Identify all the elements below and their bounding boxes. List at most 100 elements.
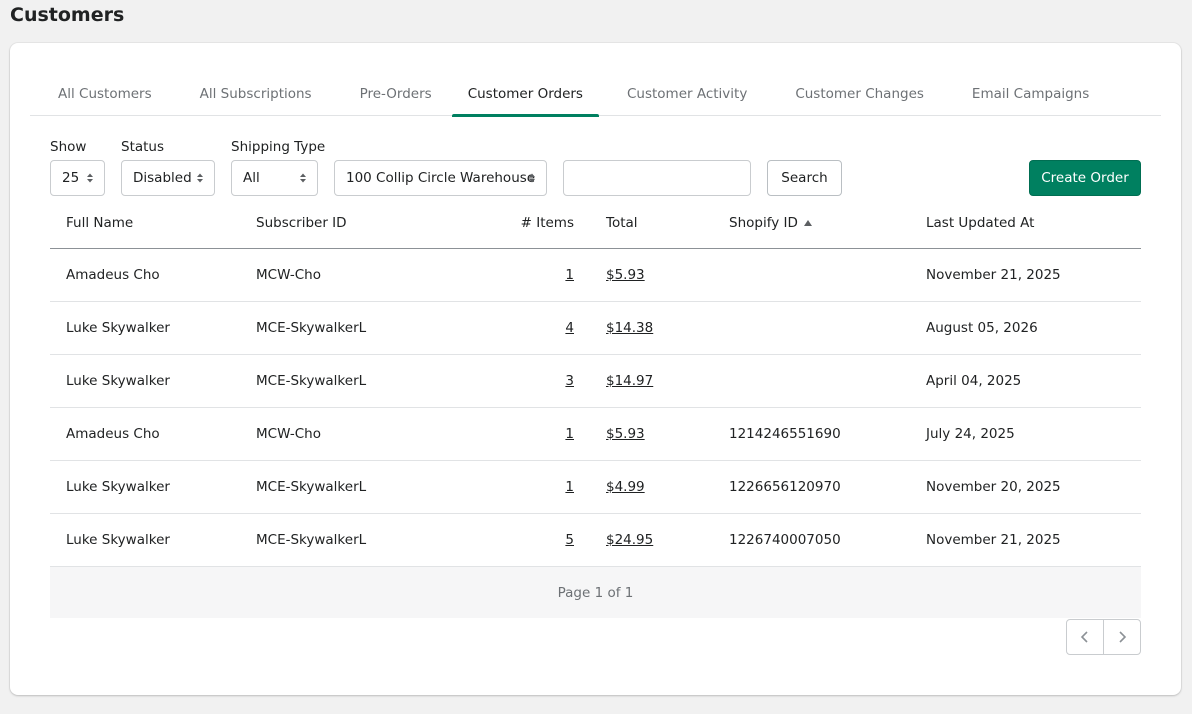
cell-subscriber-id: MCE-SkywalkerL: [256, 355, 366, 407]
cell-last-updated: July 24, 2025: [926, 408, 1015, 460]
table-body: Amadeus Cho MCW-Cho 1 $5.93 November 21, 202…: [50, 249, 1141, 567]
cell-subscriber-id: MCW-Cho: [256, 249, 321, 301]
tab-pre-orders[interactable]: Pre-Orders: [332, 71, 452, 116]
chevron-left-icon: [1080, 631, 1088, 643]
show-select[interactable]: 25: [50, 160, 105, 196]
cell-full-name-text: Luke Skywalker: [66, 320, 170, 336]
cell-total-link-text[interactable]: $5.93: [606, 426, 645, 442]
cell-full-name: Amadeus Cho: [66, 408, 160, 460]
cell-last-updated: November 20, 2025: [926, 461, 1061, 513]
cell-items-link: 5: [565, 514, 574, 566]
cell-last-updated: November 21, 2025: [926, 514, 1061, 566]
cell-total-link: $5.93: [606, 408, 645, 460]
table-row: Luke Skywalker MCE-SkywalkerL 4 $14.38 Augus…: [50, 302, 1141, 355]
chevron-right-icon: [1119, 631, 1127, 643]
cell-full-name: Amadeus Cho: [66, 249, 160, 301]
cell-full-name-text: Luke Skywalker: [66, 373, 170, 389]
shipping-type-select-value: All: [243, 170, 260, 186]
cell-subscriber-id-text: MCW-Cho: [256, 267, 321, 283]
tab-customer-activity[interactable]: Customer Activity: [599, 71, 767, 116]
cell-full-name-text: Luke Skywalker: [66, 479, 170, 495]
header-full-name[interactable]: Full Name: [66, 203, 133, 243]
cell-total-link: $14.38: [606, 302, 653, 354]
cell-items-link-text[interactable]: 3: [565, 373, 574, 389]
select-caret-icon: [300, 173, 306, 183]
orders-table: Full Name Subscriber ID # Items Total Sh…: [50, 203, 1141, 618]
cell-items-link-text[interactable]: 1: [565, 426, 574, 442]
cell-shopify-id: 1214246551690: [729, 408, 841, 460]
cell-total-link: $14.97: [606, 355, 653, 407]
show-label: Show: [50, 139, 87, 155]
cell-last-updated-text: November 21, 2025: [926, 267, 1061, 283]
cell-shopify-id-text: 1214246551690: [729, 426, 841, 442]
cell-subscriber-id-text: MCE-SkywalkerL: [256, 479, 367, 495]
cell-items-link-text[interactable]: 4: [565, 320, 574, 336]
cell-subscriber-id-text: MCE-SkywalkerL: [256, 373, 367, 389]
header-shopify-id[interactable]: Shopify ID: [729, 203, 812, 243]
tab-customer-changes[interactable]: Customer Changes: [767, 71, 944, 116]
cell-items-link: 4: [565, 302, 574, 354]
table-row: Luke Skywalker MCE-SkywalkerL 5 $24.95 12267…: [50, 514, 1141, 567]
table-row: Amadeus Cho MCW-Cho 1 $5.93 November 21, 202…: [50, 249, 1141, 302]
cell-total-link-text[interactable]: $14.97: [606, 373, 653, 389]
show-select-value: 25: [62, 170, 80, 186]
header-items[interactable]: # Items: [521, 203, 574, 243]
warehouse-select[interactable]: 100 Collip Circle Warehouse: [334, 160, 547, 196]
select-caret-icon: [529, 173, 535, 183]
cell-items-link: 1: [565, 249, 574, 301]
customers-card: All Customers All Subscriptions Pre-Orde…: [10, 43, 1181, 695]
search-button[interactable]: Search: [767, 160, 842, 196]
cell-total-link-text[interactable]: $4.99: [606, 479, 645, 495]
cell-items-link: 3: [565, 355, 574, 407]
cell-total-link: $4.99: [606, 461, 645, 513]
cell-total-link: $24.95: [606, 514, 653, 566]
cell-total-link-text[interactable]: $24.95: [606, 532, 653, 548]
cell-last-updated-text: August 05, 2026: [926, 320, 1038, 336]
cell-total-link-text[interactable]: $14.38: [606, 320, 653, 336]
cell-full-name: Luke Skywalker: [66, 302, 170, 354]
cell-subscriber-id-text: MCE-SkywalkerL: [256, 532, 367, 548]
previous-page-button[interactable]: [1067, 620, 1103, 654]
table-row: Luke Skywalker MCE-SkywalkerL 3 $14.97 April…: [50, 355, 1141, 408]
cell-items-link-text[interactable]: 1: [565, 267, 574, 283]
cell-last-updated-text: November 21, 2025: [926, 532, 1061, 548]
cell-subscriber-id-text: MCW-Cho: [256, 426, 321, 442]
cell-shopify-id-text: 1226656120970: [729, 479, 841, 495]
search-input[interactable]: [563, 160, 751, 196]
cell-full-name-text: Amadeus Cho: [66, 426, 160, 442]
next-page-button[interactable]: [1103, 620, 1140, 654]
cell-items-link-text[interactable]: 5: [565, 532, 574, 548]
cell-last-updated: April 04, 2025: [926, 355, 1021, 407]
shipping-type-select[interactable]: All: [231, 160, 318, 196]
tab-customer-orders[interactable]: Customer Orders: [451, 71, 600, 117]
cell-items-link: 1: [565, 461, 574, 513]
table-footer: Page 1 of 1: [50, 567, 1141, 618]
select-caret-icon: [197, 173, 203, 183]
warehouse-select-value: 100 Collip Circle Warehouse: [346, 170, 536, 186]
create-order-button[interactable]: Create Order: [1029, 160, 1141, 196]
cell-last-updated: August 05, 2026: [926, 302, 1038, 354]
status-select-value: Disabled: [133, 170, 192, 186]
cell-full-name: Luke Skywalker: [66, 355, 170, 407]
header-subscriber-id[interactable]: Subscriber ID: [256, 203, 347, 243]
header-last-updated[interactable]: Last Updated At: [926, 203, 1034, 243]
cell-total-link: $5.93: [606, 249, 645, 301]
tab-all-subscriptions[interactable]: All Subscriptions: [172, 71, 332, 116]
tab-bar: All Customers All Subscriptions Pre-Orde…: [30, 71, 1161, 117]
cell-shopify-id: 1226740007050: [729, 514, 841, 566]
status-label: Status: [121, 139, 165, 155]
status-select[interactable]: Disabled: [121, 160, 215, 196]
header-shopify-id-label: Shopify ID: [729, 215, 798, 231]
cell-last-updated-text: July 24, 2025: [926, 426, 1015, 442]
table-row: Amadeus Cho MCW-Cho 1 $5.93 1214246551690 Jul…: [50, 408, 1141, 461]
page-indicator: Page 1 of 1: [557, 584, 634, 601]
cell-items-link-text[interactable]: 1: [565, 479, 574, 495]
pagination: [1066, 619, 1141, 655]
tab-all-customers[interactable]: All Customers: [30, 71, 172, 116]
header-total[interactable]: Total: [606, 203, 638, 243]
page-title: Customers: [10, 4, 125, 26]
cell-full-name-text: Luke Skywalker: [66, 532, 170, 548]
tab-email-campaigns[interactable]: Email Campaigns: [944, 71, 1109, 116]
cell-total-link-text[interactable]: $5.93: [606, 267, 645, 283]
cell-shopify-id-text: 1226740007050: [729, 532, 841, 548]
